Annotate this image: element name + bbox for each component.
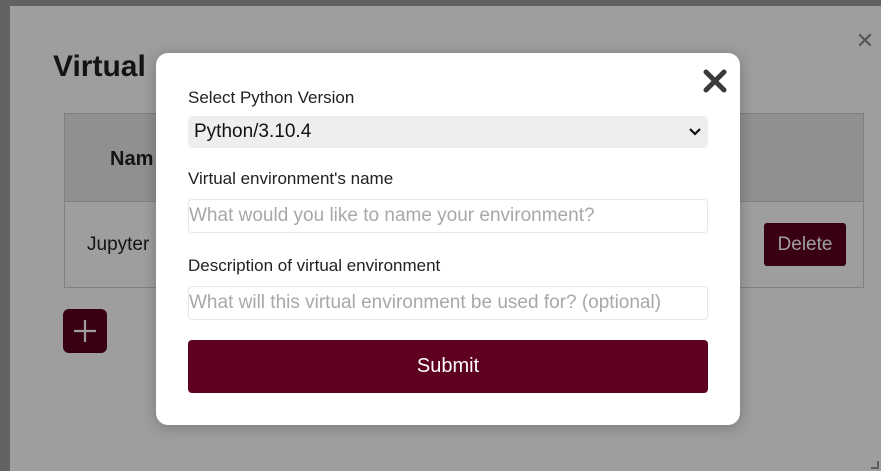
bold-close-icon[interactable] (701, 67, 729, 95)
env-name-label: Virtual environment's name (188, 169, 394, 188)
description-input[interactable] (188, 286, 708, 320)
python-version-selected: Python/3.10.4 (194, 121, 312, 142)
submit-button[interactable]: Submit (188, 340, 708, 393)
python-version-label: Select Python Version (188, 88, 355, 107)
description-label: Description of virtual environment (188, 256, 441, 275)
resize-grip-icon (871, 461, 879, 469)
python-version-select[interactable]: Python/3.10.4 (188, 116, 708, 148)
env-name-input[interactable] (188, 199, 708, 233)
chevron-down-icon (689, 128, 701, 136)
create-environment-modal: Select Python Version Python/3.10.4 Virt… (156, 53, 740, 425)
